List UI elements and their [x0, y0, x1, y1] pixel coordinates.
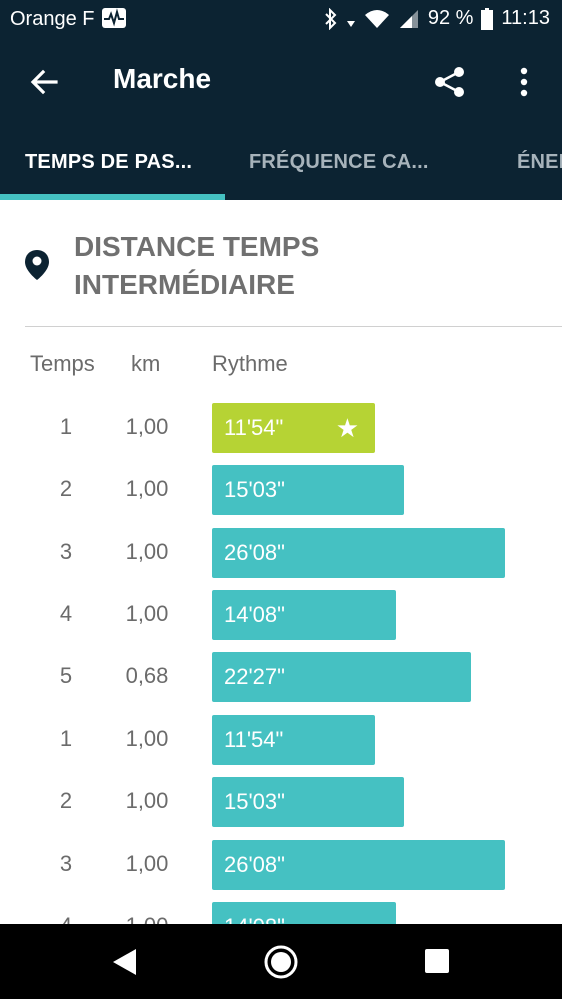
system-nav-bar	[0, 924, 562, 999]
table-row[interactable]: 5 0,68 22'27"	[0, 652, 562, 702]
nav-recents-icon[interactable]	[425, 949, 449, 973]
table-row[interactable]: 4 1,00 14'08"	[0, 590, 562, 640]
pace-bar: 15'03"	[212, 777, 404, 827]
split-number: 5	[59, 663, 73, 688]
split-number: 1	[59, 726, 73, 751]
split-number: 2	[59, 476, 73, 501]
table-row[interactable]: 4 1,00 14'08"	[0, 902, 562, 924]
pace-value: 11'54"	[224, 415, 284, 440]
split-distance: 1,00	[125, 726, 169, 751]
pace-value: 26'08"	[224, 540, 285, 565]
split-number: 3	[59, 539, 73, 564]
pace-value: 26'08"	[224, 852, 285, 877]
pace-bar: 15'03"	[212, 465, 404, 515]
nav-home-icon[interactable]	[262, 943, 300, 986]
split-distance: 1,00	[125, 788, 169, 813]
pace-bar: 26'08"	[212, 840, 505, 890]
table-row[interactable]: 2 1,00 15'03"	[0, 465, 562, 515]
split-number: 4	[59, 601, 73, 626]
pace-bar: 22'27"	[212, 652, 471, 702]
star-icon: ★	[335, 413, 359, 443]
pace-value: 14'08"	[224, 602, 285, 627]
pace-bar-best: 11'54" ★	[212, 403, 375, 453]
pace-value: 15'03"	[224, 789, 285, 814]
split-distance: 1,00	[125, 851, 169, 876]
pace-bar: 11'54"	[212, 715, 375, 765]
table-row[interactable]: 1 1,00 11'54"	[0, 715, 562, 765]
split-distance: 0,68	[125, 663, 169, 688]
pace-value: 11'54"	[224, 727, 284, 752]
split-distance: 1,00	[125, 539, 169, 564]
split-table: 1 1,00 11'54" ★ 2 1,00 15'03" 3 1,00 26'…	[0, 0, 562, 924]
split-number: 1	[59, 414, 73, 439]
split-number: 2	[59, 788, 73, 813]
split-distance: 1,00	[125, 414, 169, 439]
pace-value: 15'03"	[224, 477, 285, 502]
pace-bar: 26'08"	[212, 528, 505, 578]
pace-value: 14'08"	[224, 914, 285, 924]
table-row[interactable]: 3 1,00 26'08"	[0, 840, 562, 890]
pace-value: 22'27"	[224, 664, 285, 689]
table-row[interactable]: 2 1,00 15'03"	[0, 777, 562, 827]
pace-bar: 14'08"	[212, 590, 396, 640]
table-row[interactable]: 3 1,00 26'08"	[0, 528, 562, 578]
split-distance: 1,00	[112, 913, 182, 924]
split-number: 4	[46, 913, 86, 924]
table-row[interactable]: 1 1,00 11'54" ★	[0, 403, 562, 453]
split-number: 3	[59, 851, 73, 876]
split-distance: 1,00	[125, 476, 169, 501]
nav-back-icon[interactable]	[112, 948, 138, 981]
pace-bar: 14'08"	[212, 902, 396, 924]
split-distance: 1,00	[125, 601, 169, 626]
